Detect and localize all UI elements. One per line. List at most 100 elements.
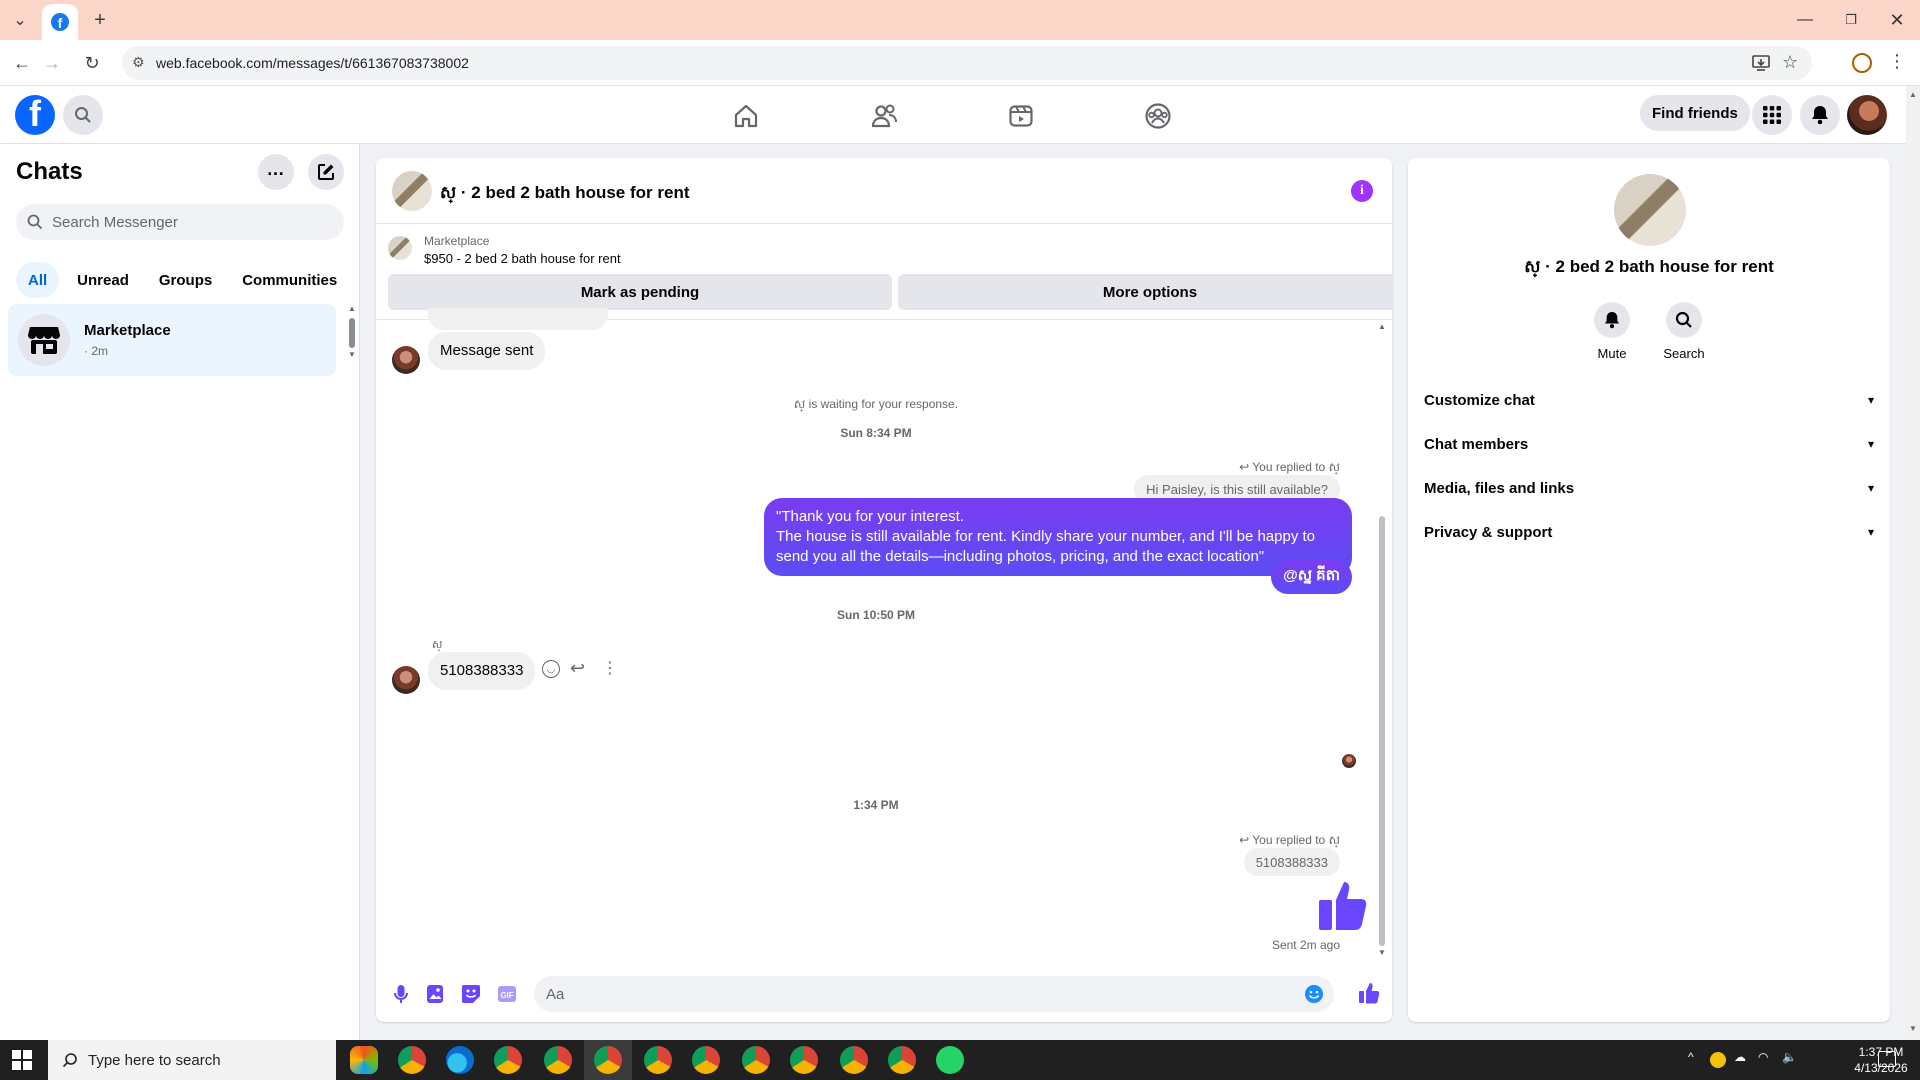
new-message-button[interactable]: [308, 154, 344, 190]
install-app-icon[interactable]: [1752, 54, 1770, 72]
reload-icon[interactable]: ↻: [78, 49, 106, 77]
menu-grid-button[interactable]: [1752, 95, 1792, 135]
browser-menu-icon[interactable]: ⋮: [1888, 51, 1906, 72]
edge-icon[interactable]: [446, 1046, 474, 1074]
sticker-icon[interactable]: [460, 983, 482, 1005]
chat-members-section[interactable]: Chat members ▾: [1416, 422, 1882, 466]
new-tab-plus-icon[interactable]: +: [86, 6, 114, 34]
conversation-title[interactable]: ស្ · 2 bed 2 bath house for rent: [440, 182, 690, 207]
thumbs-up-sticker-icon[interactable]: [1316, 880, 1368, 930]
chrome-icon[interactable]: [692, 1046, 720, 1074]
scroll-down-arrow-icon[interactable]: ▼: [1378, 948, 1386, 957]
mark-as-pending-button[interactable]: Mark as pending: [388, 274, 892, 310]
copilot-icon[interactable]: [350, 1046, 378, 1074]
facebook-logo-icon[interactable]: f: [15, 95, 55, 135]
address-bar[interactable]: ⚙ web.facebook.com/messages/t/6613670837…: [122, 46, 1812, 80]
reply-icon[interactable]: ↩: [570, 658, 585, 679]
friends-icon[interactable]: [868, 100, 900, 132]
taskbar-search[interactable]: [48, 1040, 336, 1080]
sender-avatar[interactable]: [392, 346, 420, 374]
tray-chevron-up-icon[interactable]: ^: [1688, 1050, 1694, 1064]
conversation-avatar[interactable]: [392, 171, 432, 211]
message-input-box[interactable]: [534, 976, 1334, 1012]
listing-title[interactable]: $950 - 2 bed 2 bath house for rent: [424, 251, 621, 266]
react-emoji-icon[interactable]: ◡: [542, 660, 560, 678]
thread-scroll-thumb[interactable]: [1379, 516, 1385, 946]
chrome-icon[interactable]: [742, 1046, 770, 1074]
filter-unread[interactable]: Unread: [65, 262, 141, 298]
scroll-down-arrow-icon[interactable]: ▼: [1909, 1024, 1917, 1033]
message-input[interactable]: [546, 976, 1286, 1012]
fb-search-button[interactable]: [63, 95, 103, 135]
chrome-icon[interactable]: [494, 1046, 522, 1074]
chrome-icon[interactable]: [790, 1046, 818, 1074]
like-send-icon[interactable]: [1358, 982, 1380, 1004]
emoji-icon[interactable]: [1304, 984, 1324, 1004]
privacy-support-section[interactable]: Privacy & support ▾: [1416, 510, 1882, 554]
info-icon[interactable]: i: [1351, 180, 1373, 202]
mention-bubble-outgoing[interactable]: @ស្ន គីតា: [1271, 560, 1352, 594]
notification-center-icon[interactable]: [1878, 1051, 1896, 1067]
account-avatar[interactable]: [1847, 95, 1887, 135]
scroll-up-arrow-icon[interactable]: ▲: [1909, 90, 1917, 99]
close-window-icon[interactable]: ✕: [1874, 0, 1920, 40]
scroll-up-arrow-icon[interactable]: ▲: [348, 304, 356, 313]
scroll-up-arrow-icon[interactable]: ▲: [1378, 322, 1386, 331]
message-bubble-outgoing[interactable]: "Thank you for your interest. The house …: [764, 498, 1352, 576]
browser-tab[interactable]: f: [42, 4, 78, 40]
minimize-icon[interactable]: —: [1782, 0, 1828, 40]
groups-icon[interactable]: [1142, 100, 1174, 132]
notifications-button[interactable]: [1800, 95, 1840, 135]
tray-app-icon[interactable]: [1710, 1052, 1726, 1068]
taskbar-search-input[interactable]: [88, 1051, 318, 1069]
chrome-icon[interactable]: [594, 1046, 622, 1074]
more-options-button[interactable]: More options: [898, 274, 1392, 310]
restore-icon[interactable]: ❐: [1828, 0, 1874, 40]
photo-attach-icon[interactable]: [424, 983, 446, 1005]
bookmark-star-icon[interactable]: ☆: [1782, 52, 1798, 73]
message-bubble-incoming[interactable]: 5108388333: [428, 652, 536, 690]
messenger-search-input[interactable]: [52, 204, 332, 240]
volume-icon[interactable]: 🔈: [1782, 1050, 1797, 1064]
onedrive-cloud-icon[interactable]: ☁: [1734, 1050, 1746, 1064]
forward-arrow-icon[interactable]: →: [38, 49, 66, 77]
chat-list-scroll-thumb[interactable]: [349, 318, 355, 348]
chrome-icon[interactable]: [544, 1046, 572, 1074]
microphone-icon[interactable]: [390, 983, 412, 1005]
whatsapp-icon[interactable]: [936, 1046, 964, 1074]
chrome-icon[interactable]: [644, 1046, 672, 1074]
customize-chat-section[interactable]: Customize chat ▾: [1416, 378, 1882, 422]
home-icon[interactable]: [730, 100, 762, 132]
chat-list-scrollbar[interactable]: ▲ ▼: [348, 304, 356, 360]
find-friends-button[interactable]: Find friends: [1640, 95, 1750, 131]
messenger-search[interactable]: [16, 204, 344, 240]
media-files-links-section[interactable]: Media, files and links ▾: [1416, 466, 1882, 510]
filter-communities[interactable]: Communities: [230, 262, 349, 298]
tab-list-chevron-icon[interactable]: ⌄: [6, 6, 34, 34]
quoted-message[interactable]: 5108388333: [1243, 848, 1340, 876]
profile-icon[interactable]: [1852, 53, 1872, 73]
filter-groups[interactable]: Groups: [147, 262, 224, 298]
message-bubble-incoming[interactable]: Message sent: [428, 332, 546, 370]
bell-icon[interactable]: [1594, 302, 1630, 338]
chat-item-marketplace[interactable]: Marketplace · 2m: [8, 304, 336, 376]
site-info-icon[interactable]: ⚙: [132, 54, 145, 71]
windows-start-icon[interactable]: [12, 1050, 32, 1070]
chats-options-button[interactable]: …: [258, 154, 294, 190]
scroll-down-arrow-icon[interactable]: ▼: [348, 350, 356, 359]
filter-all[interactable]: All: [16, 262, 60, 298]
wifi-icon[interactable]: ◠: [1758, 1050, 1768, 1064]
details-avatar[interactable]: [1614, 174, 1686, 246]
more-actions-icon[interactable]: ⋮: [602, 658, 618, 678]
page-scrollbar[interactable]: ▲ ▼: [1906, 86, 1920, 1040]
thread-scrollbar[interactable]: ▲ ▼: [1376, 320, 1388, 960]
back-arrow-icon[interactable]: ←: [8, 49, 36, 77]
video-reels-icon[interactable]: [1005, 100, 1037, 132]
sender-avatar[interactable]: [392, 666, 420, 694]
search-action[interactable]: Search: [1654, 302, 1714, 361]
mute-action[interactable]: Mute: [1582, 302, 1642, 361]
gif-icon[interactable]: GIF: [496, 983, 518, 1005]
search-icon[interactable]: [1666, 302, 1702, 338]
listing-thumbnail[interactable]: [388, 236, 412, 260]
chrome-icon[interactable]: [398, 1046, 426, 1074]
